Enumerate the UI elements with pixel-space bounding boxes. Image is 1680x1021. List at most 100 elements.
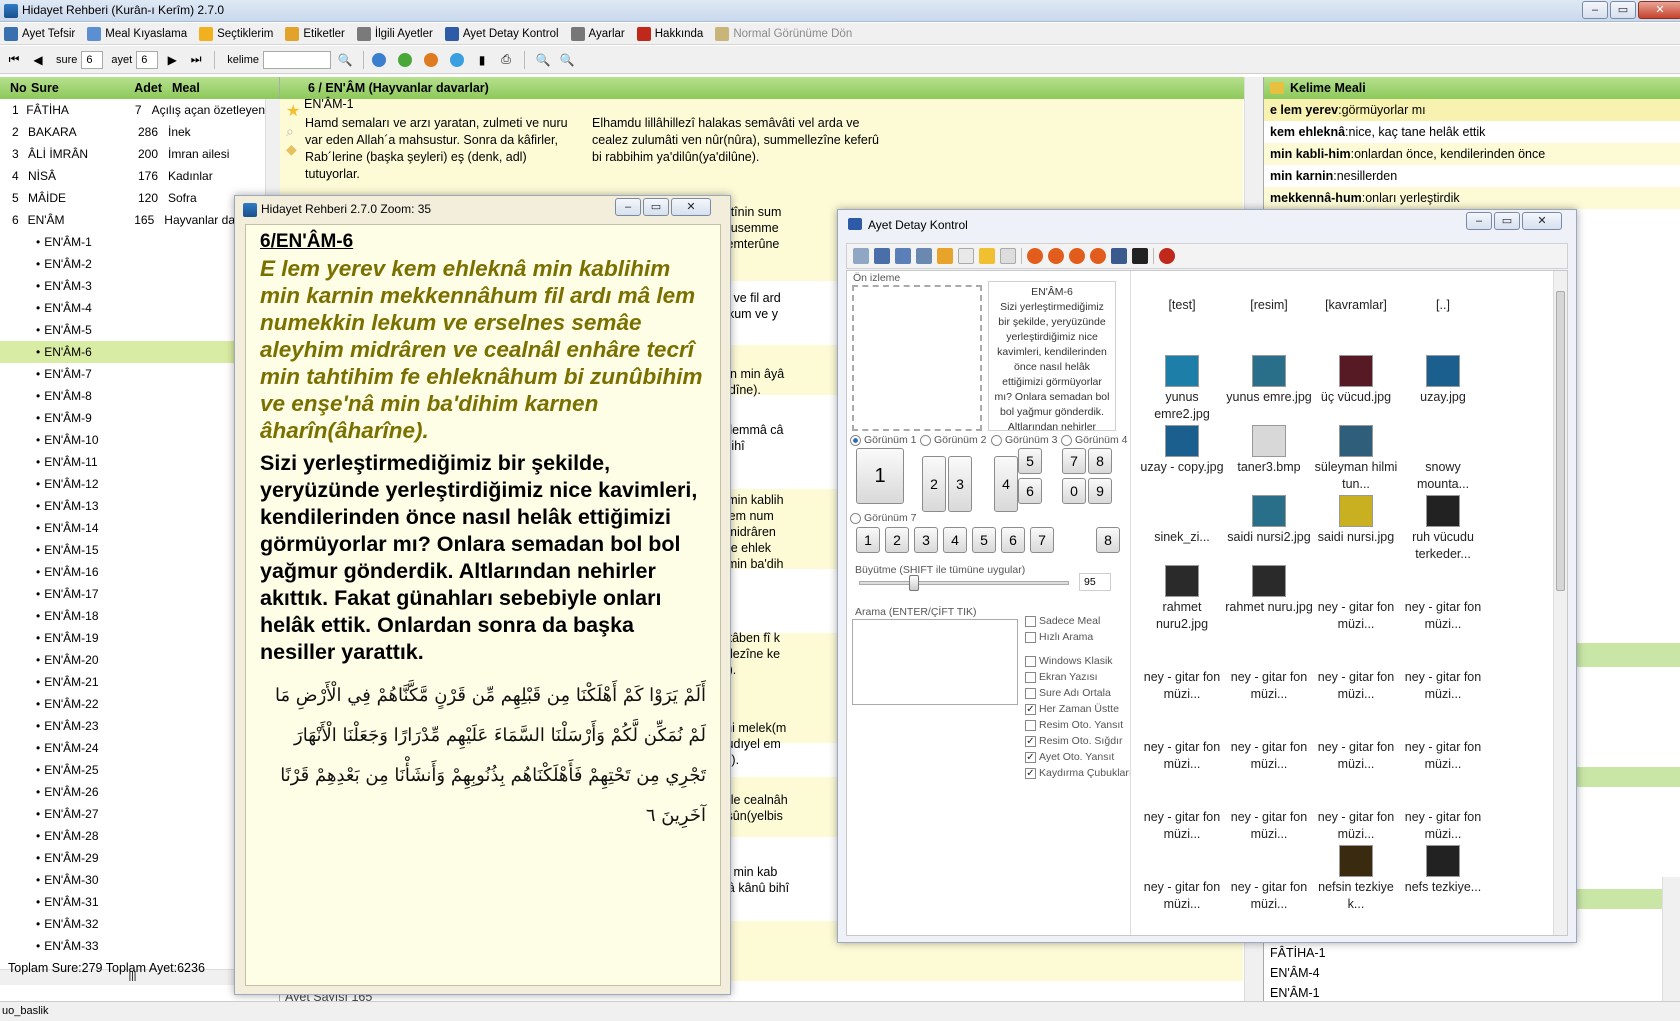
sure-row[interactable]: 4 NİSÂ 176 Kadınlar	[0, 165, 265, 187]
ayet-tree-item[interactable]: • EN'ÂM-1	[0, 231, 265, 253]
ayet-input[interactable]: 6	[136, 50, 159, 69]
ayet-tree-item[interactable]: • EN'ÂM-19	[0, 627, 265, 649]
zoom-slider[interactable]	[859, 575, 1069, 591]
ayet-tree-item[interactable]: • EN'ÂM-6	[0, 341, 265, 363]
green-globe-icon[interactable]	[398, 52, 412, 67]
row7-button[interactable]: 1	[856, 527, 880, 553]
maximize-button[interactable]: ▭	[1610, 1, 1636, 19]
zoom-slider-thumb[interactable]	[909, 575, 919, 591]
file-tile[interactable]: ney - gitar fon müzi...	[1311, 705, 1401, 773]
menu-item-star[interactable]: Seçtiklerim	[199, 26, 273, 41]
search-icon[interactable]: 🔍	[335, 50, 355, 70]
ayet-tree-item[interactable]: • EN'ÂM-13	[0, 495, 265, 517]
col-no[interactable]: No	[0, 81, 28, 95]
zoom-in-icon[interactable]: 🔍	[557, 50, 577, 70]
row7-button[interactable]: 7	[1030, 527, 1054, 553]
file-tile[interactable]: ney - gitar fon müzi...	[1311, 565, 1401, 633]
file-tile[interactable]: üç vücud.jpg	[1311, 355, 1401, 406]
option-checkbox[interactable]: ✓ Kaydırma Çubukları	[1025, 767, 1132, 779]
ayet-tree-item[interactable]: • EN'ÂM-4	[0, 297, 265, 319]
star-icon[interactable]: ★	[286, 101, 300, 121]
file-tile[interactable]: ney - gitar fon müzi...	[1137, 845, 1227, 913]
view-radio-4[interactable]: Görünüm 4	[1061, 434, 1128, 446]
ayet-tree-item[interactable]: • EN'ÂM-27	[0, 803, 265, 825]
file-tile[interactable]: rahmet nuru.jpg	[1224, 565, 1314, 616]
first-icon[interactable]: ⏮	[4, 50, 24, 70]
file-tile[interactable]: nefsin tezkiye k...	[1311, 845, 1401, 913]
ayet-tree-item[interactable]: • EN'ÂM-30	[0, 869, 265, 891]
file-tile[interactable]: saidi nursi2.jpg	[1224, 495, 1314, 546]
row7-button[interactable]: 4	[943, 527, 967, 553]
file-browser-scrollbar[interactable]	[1553, 271, 1567, 935]
menu-item-detail-control[interactable]: Ayet Detay Kontrol	[444, 26, 559, 41]
file-tile[interactable]: ruh vücudu terkeder...	[1398, 495, 1488, 563]
layout-button[interactable]: 6	[1018, 478, 1042, 504]
ayet-tree-item[interactable]: • EN'ÂM-14	[0, 517, 265, 539]
file-tile[interactable]: ney - gitar fon müzi...	[1398, 635, 1488, 703]
next-icon[interactable]: ▶	[162, 50, 182, 70]
ayet-tree-item[interactable]: • EN'ÂM-31	[0, 891, 265, 913]
col-sure[interactable]: Sure	[28, 81, 126, 95]
stop-icon[interactable]	[1027, 248, 1043, 264]
ayet-tree-item[interactable]: • EN'ÂM-7	[0, 363, 265, 385]
ayet-tree-item[interactable]: • EN'ÂM-29	[0, 847, 265, 869]
ayet-tree-item[interactable]: • EN'ÂM-15	[0, 539, 265, 561]
row7-button[interactable]: 5	[972, 527, 996, 553]
file-tile[interactable]: ney - gitar fon müzi...	[1137, 635, 1227, 703]
play-icon[interactable]	[1048, 248, 1064, 264]
ayet-tree-item[interactable]: • EN'ÂM-32	[0, 913, 265, 935]
file-tile[interactable]: ney - gitar fon müzi...	[1224, 845, 1314, 913]
ayet-tree-item[interactable]: • EN'ÂM-33	[0, 935, 265, 952]
file-tile[interactable]: ney - gitar fon müzi...	[1224, 775, 1314, 843]
sure-row[interactable]: 6 EN'ÂM 165 Hayvanlar davarlar	[0, 209, 265, 231]
col-meal[interactable]: Meal	[172, 81, 200, 95]
sure-row[interactable]: 5 MÂİDE 120 Sofra	[0, 187, 265, 209]
option-checkbox[interactable]: Windows Klasik	[1025, 655, 1113, 667]
layout-button[interactable]: 7	[1062, 448, 1086, 474]
option-checkbox[interactable]: Sure Adı Ortala	[1025, 687, 1111, 699]
print-icon[interactable]: ⎙	[496, 50, 516, 70]
orange-globe-icon[interactable]	[424, 52, 438, 67]
file-tile[interactable]: yunus emre2.jpg	[1137, 355, 1227, 423]
layout-button[interactable]: 1	[856, 448, 904, 504]
file-tile[interactable]: ney - gitar fon müzi...	[1311, 775, 1401, 843]
sure-row[interactable]: 1 FÂTİHA 7 Açılış açan özetleyen	[0, 99, 265, 121]
ayet-tree-item[interactable]: • EN'ÂM-11	[0, 451, 265, 473]
ayet-tree-item[interactable]: • EN'ÂM-5	[0, 319, 265, 341]
ayet-tree-item[interactable]: • EN'ÂM-9	[0, 407, 265, 429]
related-ayet[interactable]: FÂTİHA-1	[1264, 943, 1654, 963]
sure-input[interactable]: 6	[81, 50, 104, 69]
image-icon[interactable]	[895, 248, 911, 264]
search-icon[interactable]: ⌕	[286, 123, 294, 140]
document-icon[interactable]	[958, 248, 974, 264]
ayet-tree-item[interactable]: • EN'ÂM-3	[0, 275, 265, 297]
tag-icon[interactable]: ◆	[286, 141, 297, 158]
ayet-tree-item[interactable]: • EN'ÂM-18	[0, 605, 265, 627]
fullscreen-icon[interactable]	[1132, 248, 1148, 264]
option-checkbox[interactable]: Sadece Meal	[1025, 615, 1100, 627]
menu-item-help[interactable]: Hakkında	[636, 26, 703, 41]
col-adet[interactable]: Adet	[126, 81, 162, 95]
file-tile[interactable]: [..]	[1398, 297, 1488, 314]
print-icon[interactable]	[916, 248, 932, 264]
related-ayet[interactable]: EN'ÂM-1	[1264, 983, 1654, 1003]
ayet-tree-item[interactable]: • EN'ÂM-12	[0, 473, 265, 495]
file-tile[interactable]: nefs tezkiye...	[1398, 845, 1488, 896]
screen-icon[interactable]	[1111, 248, 1127, 264]
menu-item-restore-view[interactable]: Normal Görünüme Dön	[715, 26, 852, 41]
file-tile[interactable]: yunus emre.jpg	[1224, 355, 1314, 406]
layout-button[interactable]: 2	[922, 456, 946, 512]
lightning-icon[interactable]	[979, 248, 995, 264]
layout-button[interactable]: 9	[1088, 478, 1112, 504]
zoom-value-input[interactable]: 95	[1079, 573, 1111, 591]
ayet-tree-item[interactable]: • EN'ÂM-20	[0, 649, 265, 671]
ayet-tree-item[interactable]: • EN'ÂM-23	[0, 715, 265, 737]
option-checkbox[interactable]: ✓ Her Zaman Üstte	[1025, 703, 1119, 715]
word-row[interactable]: kem ehleknâ : nice, kaç tane helâk ettik	[1264, 121, 1680, 143]
prev-icon[interactable]: ◀	[28, 50, 48, 70]
row7-button[interactable]: 6	[1001, 527, 1025, 553]
detail-maximize-button[interactable]: ▭	[1494, 212, 1520, 230]
bar-chart-icon[interactable]: ▮	[472, 50, 492, 70]
zoom-close-button[interactable]: ✕	[671, 198, 711, 216]
ayet-tree-item[interactable]: • EN'ÂM-22	[0, 693, 265, 715]
